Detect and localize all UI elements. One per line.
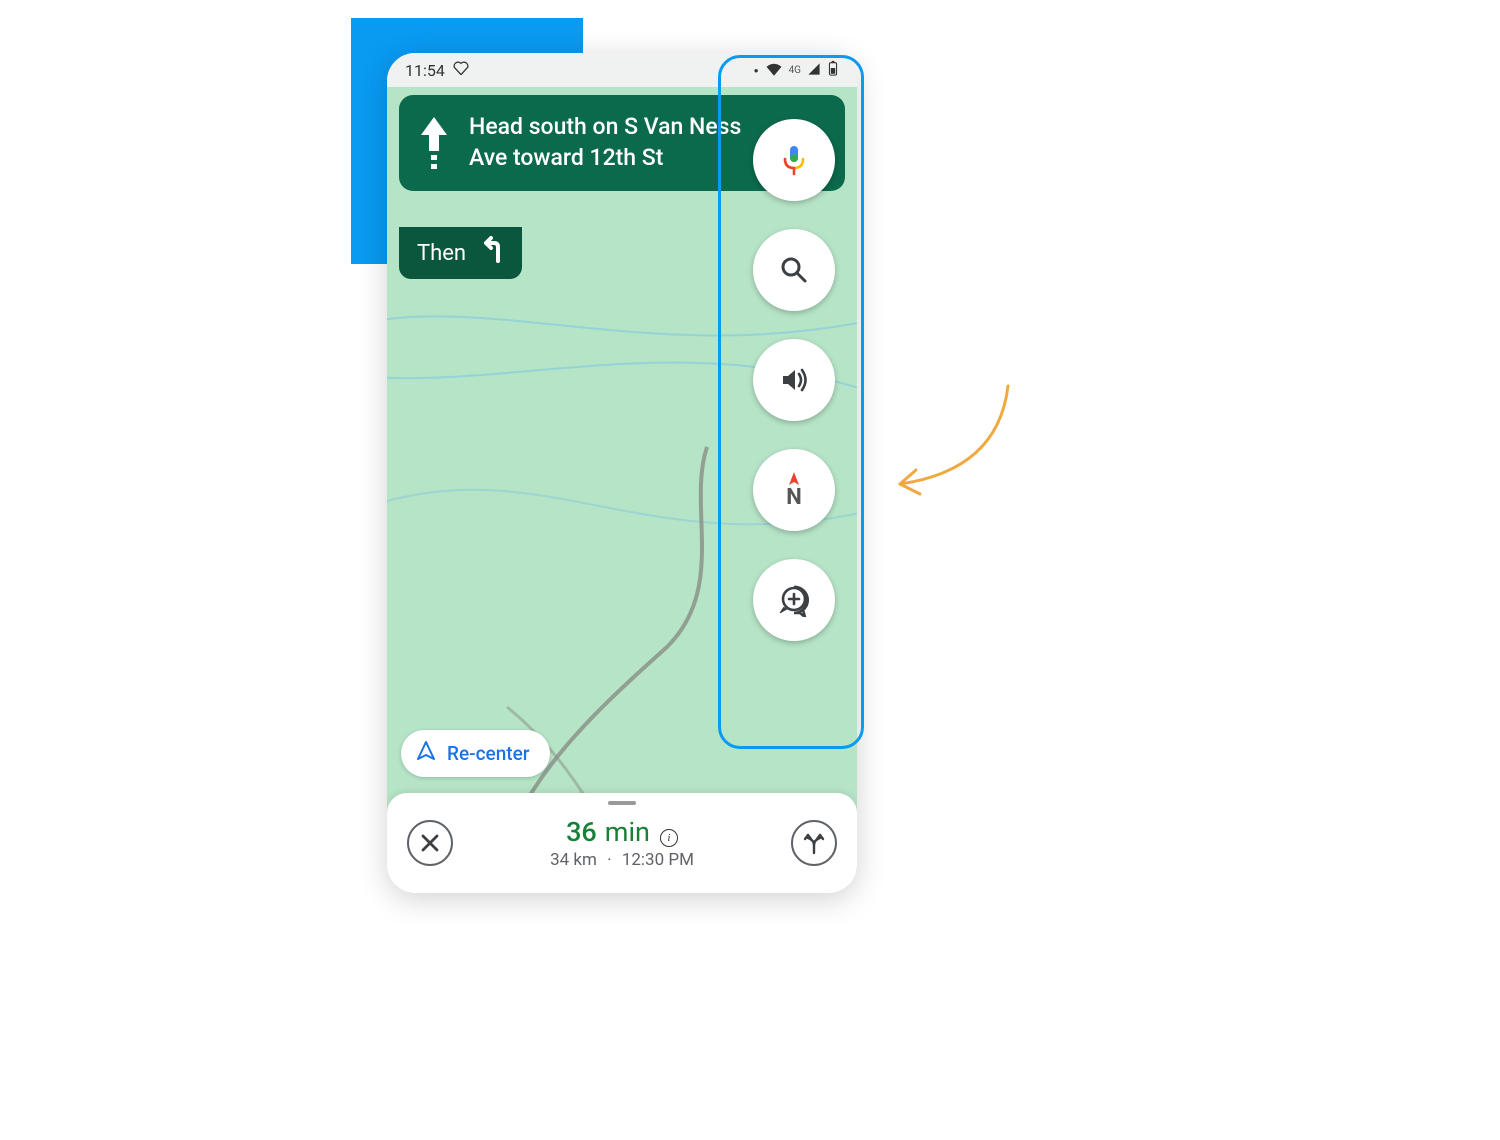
direction-instruction: Head south on S Van Ness Ave toward 12th… xyxy=(469,111,753,175)
bottom-sheet[interactable]: 36 min i 34 km · 12:30 PM xyxy=(387,793,857,893)
navigate-icon xyxy=(415,740,437,767)
compass-button[interactable]: N xyxy=(753,449,835,531)
eta-duration-unit: min xyxy=(605,816,650,848)
next-step-chip[interactable]: Then xyxy=(399,227,522,279)
status-bar-left: 11:54 xyxy=(405,61,469,80)
phone-frame: 11:54 ● 4G xyxy=(387,53,857,893)
eta-distance: 34 km xyxy=(550,850,597,870)
voice-search-button[interactable] xyxy=(753,119,835,201)
alternate-routes-button[interactable] xyxy=(791,820,837,866)
add-report-icon xyxy=(777,583,811,617)
compass-north-label: N xyxy=(786,487,802,509)
eta-block: 36 min i 34 km · 12:30 PM xyxy=(453,816,791,870)
close-icon xyxy=(419,832,441,854)
annotation-arrow xyxy=(878,380,1018,510)
sound-button[interactable] xyxy=(753,339,835,421)
eta-arrival: 12:30 PM xyxy=(622,850,694,870)
direction-arrow-icon xyxy=(417,111,451,175)
status-bar: 11:54 ● 4G xyxy=(387,53,857,87)
microphone-icon xyxy=(776,142,812,178)
turn-left-icon xyxy=(476,235,506,271)
report-button[interactable] xyxy=(753,559,835,641)
volume-icon xyxy=(777,363,811,397)
search-icon xyxy=(778,254,810,286)
heart-rate-icon xyxy=(453,61,469,79)
battery-icon xyxy=(827,60,839,80)
fab-column: N xyxy=(753,119,835,641)
network-label: 4G xyxy=(789,65,801,76)
then-label: Then xyxy=(417,241,466,266)
eta-duration-value: 36 xyxy=(566,816,597,848)
status-time: 11:54 xyxy=(405,61,445,80)
eta-separator: · xyxy=(607,850,611,870)
info-icon[interactable]: i xyxy=(660,829,678,847)
dot-icon: ● xyxy=(754,66,759,75)
search-button[interactable] xyxy=(753,229,835,311)
routes-icon xyxy=(801,830,827,856)
close-navigation-button[interactable] xyxy=(407,820,453,866)
drag-handle[interactable] xyxy=(608,801,636,805)
wifi-icon xyxy=(765,61,783,80)
signal-icon xyxy=(807,61,821,80)
status-bar-right: ● 4G xyxy=(754,60,839,80)
recenter-label: Re-center xyxy=(447,742,530,765)
recenter-button[interactable]: Re-center xyxy=(401,730,550,777)
